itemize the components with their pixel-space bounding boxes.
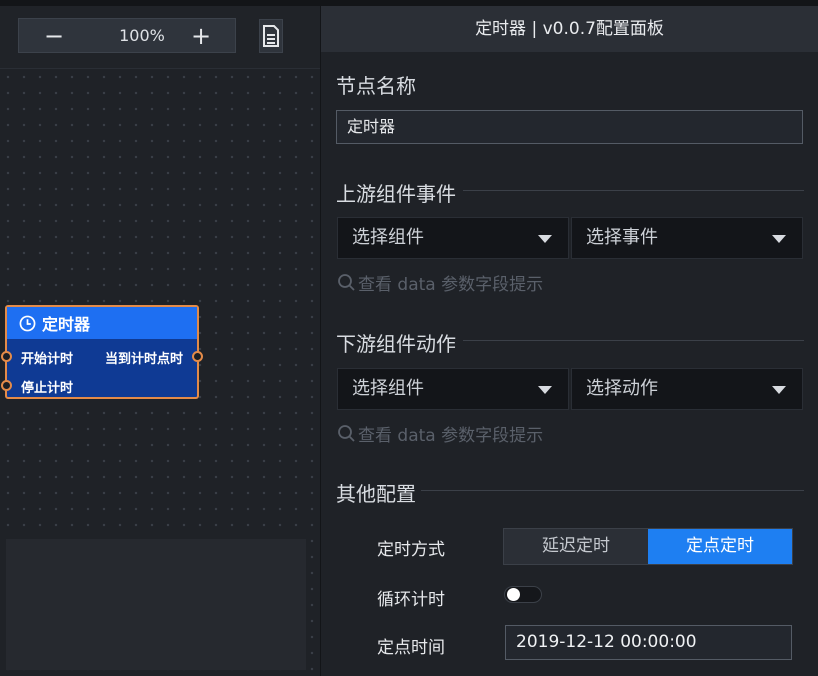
downstream-hint-link[interactable]: 查看 data 参数字段提示	[337, 421, 543, 446]
timer-node[interactable]: 定时器 开始计时 当到计时点时 停止计时	[1, 305, 203, 399]
zoom-control: − 100% +	[18, 18, 236, 53]
timing-mode-toggle: 延迟定时 定点定时	[503, 528, 793, 565]
chevron-down-icon	[538, 235, 552, 243]
node-name-input[interactable]: 定时器	[336, 110, 803, 144]
clock-icon	[19, 315, 36, 331]
chevron-down-icon	[538, 386, 552, 394]
node-input-stop: 停止计时	[21, 381, 74, 396]
document-icon	[263, 25, 279, 47]
node-output-event: 当到计时点时	[104, 352, 183, 367]
panel-header: 定时器 | v0.0.7配置面板	[321, 6, 818, 52]
document-button[interactable]	[259, 19, 283, 53]
other-config-divider	[421, 490, 804, 491]
search-icon	[338, 274, 355, 291]
minimap[interactable]	[6, 539, 306, 670]
downstream-component-label: 选择组件	[352, 378, 424, 399]
node-input-start: 开始计时	[21, 352, 74, 367]
search-icon	[338, 425, 355, 442]
upstream-title: 上游组件事件	[336, 182, 456, 206]
port-input-stop[interactable]	[1, 380, 12, 391]
timing-mode-fixed[interactable]: 定点定时	[648, 529, 792, 564]
loop-timing-switch[interactable]	[504, 586, 542, 603]
switch-knob	[507, 588, 520, 601]
config-panel: 定时器 | v0.0.7配置面板 节点名称 定时器 上游组件事件 选择组件 选择…	[321, 6, 818, 676]
zoom-in-button[interactable]: +	[178, 19, 224, 52]
node-title: 定时器	[42, 315, 91, 334]
port-output-event[interactable]	[192, 351, 203, 362]
timing-mode-delay[interactable]: 延迟定时	[504, 529, 648, 564]
upstream-component-select[interactable]: 选择组件	[337, 217, 569, 259]
downstream-action-select[interactable]: 选择动作	[571, 368, 803, 410]
upstream-hint-link[interactable]: 查看 data 参数字段提示	[337, 270, 543, 295]
upstream-divider	[463, 190, 804, 191]
downstream-divider	[463, 340, 804, 341]
node-header: 定时器	[7, 307, 197, 339]
zoom-out-button[interactable]: −	[31, 19, 77, 52]
upstream-hint-text: 查看 data 参数字段提示	[358, 275, 544, 295]
chevron-down-icon	[772, 386, 786, 394]
port-input-start[interactable]	[1, 351, 12, 362]
other-config-title: 其他配置	[336, 482, 416, 506]
loop-timing-label: 循环计时	[377, 590, 445, 610]
upstream-event-select[interactable]: 选择事件	[571, 217, 803, 259]
downstream-action-label: 选择动作	[586, 378, 658, 399]
upstream-component-label: 选择组件	[352, 227, 424, 248]
canvas-toolbar: − 100% +	[0, 6, 320, 69]
node-name-title: 节点名称	[336, 74, 416, 98]
downstream-hint-text: 查看 data 参数字段提示	[358, 426, 544, 446]
fixed-time-label: 定点时间	[377, 638, 445, 658]
timing-mode-label: 定时方式	[377, 540, 445, 560]
upstream-event-label: 选择事件	[586, 227, 658, 248]
downstream-title: 下游组件动作	[336, 332, 456, 356]
downstream-component-select[interactable]: 选择组件	[337, 368, 569, 410]
fixed-time-input[interactable]: 2019-12-12 00:00:00	[505, 625, 792, 660]
chevron-down-icon	[772, 235, 786, 243]
